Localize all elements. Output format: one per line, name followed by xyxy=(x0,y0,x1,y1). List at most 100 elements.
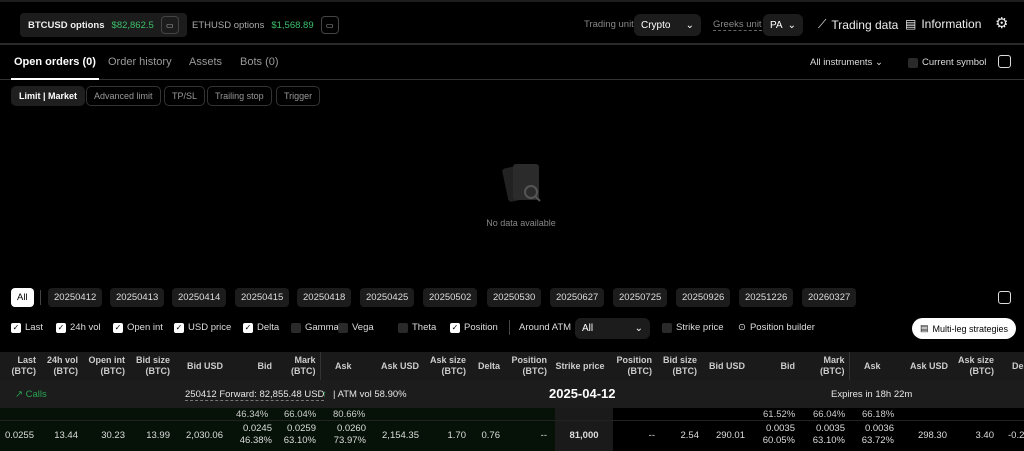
document-icon: ▤ xyxy=(905,17,917,31)
calls-text: Calls xyxy=(25,389,47,400)
expiry-chip[interactable]: 20250425 xyxy=(360,288,415,307)
checkbox[interactable] xyxy=(291,322,301,333)
around-atm-select[interactable]: All ⌄ xyxy=(575,318,650,339)
column-header: Bid size (BTC) xyxy=(129,352,174,380)
vol-cell: 13.44 xyxy=(54,430,78,441)
expiry-chip[interactable]: 20250414 xyxy=(172,288,227,307)
bid-iv-cell: 46.38% xyxy=(239,435,272,446)
expand-icon[interactable] xyxy=(998,291,1011,304)
option-label: Open int xyxy=(127,322,163,333)
symbol-price: $1,568.89 xyxy=(271,19,314,31)
book-icon[interactable]: ▭ xyxy=(160,16,179,34)
expiry-chip[interactable]: 20250502 xyxy=(423,288,478,307)
trading-unit-select[interactable]: Crypto ⌄ xyxy=(634,14,701,36)
all-instruments-dropdown[interactable]: All instruments ⌄ xyxy=(810,57,883,68)
expiry-chip[interactable]: 20251226 xyxy=(739,288,794,307)
chevron-down-icon: ⌄ xyxy=(787,19,796,31)
open-int-cell: 30.23 xyxy=(101,430,125,441)
checkbox[interactable]: ✓ xyxy=(11,322,21,333)
expiry-chip[interactable]: 20250926 xyxy=(676,288,731,307)
checkbox[interactable] xyxy=(398,322,408,333)
ask-usd-cell[interactable]: 298.30 xyxy=(918,430,947,441)
mark-cell: 0.0259 xyxy=(286,423,316,434)
position-builder-label: Position builder xyxy=(749,322,815,333)
greeks-unit-select[interactable]: PA ⌄ xyxy=(763,14,803,36)
iv-cell: 80.66% xyxy=(333,409,366,420)
greeks-unit-label[interactable]: Greeks unit xyxy=(713,19,762,31)
option-open-int[interactable]: ✓ Open int xyxy=(113,322,163,333)
checkbox[interactable]: ✓ xyxy=(56,322,66,333)
ask-usd-cell[interactable]: 2,154.35 xyxy=(382,430,419,441)
checkbox[interactable]: ✓ xyxy=(243,322,253,333)
no-data-icon xyxy=(502,164,541,202)
limit-market-button[interactable]: Limit | Market xyxy=(11,86,86,106)
column-header: Ask size (BTC) xyxy=(952,352,998,380)
expand-icon[interactable] xyxy=(998,55,1011,68)
eth-options-tab[interactable]: ETHUSD options $1,568.89 ▭ xyxy=(184,13,347,37)
expiry-chip[interactable]: 20250627 xyxy=(550,288,605,307)
expiry-chip[interactable]: 20250415 xyxy=(235,288,290,307)
checkbox[interactable]: ✓ xyxy=(174,322,184,333)
trigger-button[interactable]: Trigger xyxy=(276,86,321,106)
column-header: Ask xyxy=(319,352,370,380)
mark-cell: 0.0035 xyxy=(815,423,845,434)
bid-usd-cell[interactable]: 290.01 xyxy=(716,430,745,441)
checkbox[interactable] xyxy=(338,322,348,333)
ask-size-cell: 1.70 xyxy=(447,430,467,441)
trading-data-button[interactable]: ⟋ Trading data xyxy=(818,17,898,32)
column-header: Bid USD xyxy=(701,352,749,380)
tab-open-orders[interactable]: Open orders (0) xyxy=(11,56,99,80)
bid-usd-cell[interactable]: 2,030.06 xyxy=(186,430,223,441)
column-header: Position (BTC) xyxy=(609,352,656,380)
option-label: Position xyxy=(464,322,498,333)
multi-leg-strategies-button[interactable]: ▤ Multi-leg strategies xyxy=(912,318,1016,339)
checkbox[interactable] xyxy=(908,57,918,68)
book-icon[interactable]: ▭ xyxy=(320,16,339,34)
bid-cell[interactable]: 0.0035 xyxy=(766,423,795,434)
tab-bots[interactable]: Bots (0) xyxy=(240,56,279,68)
option-delta[interactable]: ✓ Delta xyxy=(243,322,279,333)
expiry-chip[interactable]: All xyxy=(11,288,34,307)
column-header: Strike price xyxy=(551,352,609,380)
information-button[interactable]: ▤ Information xyxy=(905,17,981,31)
advanced-limit-button[interactable]: Advanced limit xyxy=(86,86,161,106)
expiry-chip[interactable]: 20250413 xyxy=(110,288,165,307)
option-vega[interactable]: Vega xyxy=(338,322,374,333)
ask-cell[interactable]: 0.0260 xyxy=(337,423,366,434)
tpsl-button[interactable]: TP/SL xyxy=(164,86,206,106)
tab-order-history[interactable]: Order history xyxy=(108,56,172,68)
btc-options-tab[interactable]: BTCUSD options $82,862.5 ▭ xyxy=(20,13,187,37)
option-24h-vol[interactable]: ✓ 24h vol xyxy=(56,322,101,333)
checkbox[interactable]: ✓ xyxy=(113,322,123,333)
expiry-chip[interactable]: 20260327 xyxy=(802,288,857,307)
trading-unit-value: Crypto xyxy=(641,19,671,31)
option-last[interactable]: ✓ Last xyxy=(11,322,43,333)
strike-price-checkbox[interactable]: Strike price xyxy=(662,322,724,333)
column-header: Position (BTC) xyxy=(504,352,551,380)
strike-cell: 81,000 xyxy=(569,430,599,441)
ask-cell[interactable]: 0.0036 xyxy=(865,423,894,434)
mark-iv-cell: 63.10% xyxy=(812,435,845,446)
tab-assets[interactable]: Assets xyxy=(189,56,222,68)
delta-cell: 0.76 xyxy=(481,430,501,441)
current-symbol-checkbox[interactable]: Current symbol xyxy=(908,57,986,68)
option-usd-price[interactable]: ✓ USD price xyxy=(174,322,231,333)
checkbox[interactable] xyxy=(662,322,672,333)
position-builder-button[interactable]: ⊙ Position builder xyxy=(738,322,815,333)
gear-icon[interactable]: ⚙ xyxy=(995,14,1008,32)
option-gamma[interactable]: Gamma xyxy=(291,322,339,333)
forward-price[interactable]: 250412 Forward: 82,855.48 USD xyxy=(185,389,325,401)
expiry-chip[interactable]: 20250418 xyxy=(297,288,352,307)
trailing-stop-button[interactable]: Trailing stop xyxy=(207,86,272,106)
table-row[interactable]: 0.0255 13.44 30.23 13.99 2,030.06 0.0245… xyxy=(0,421,1024,451)
expiry-chip[interactable]: 20250725 xyxy=(613,288,668,307)
column-header: Ask size (BTC) xyxy=(423,352,470,380)
expiry-chip[interactable]: 20250412 xyxy=(48,288,103,307)
checkbox[interactable]: ✓ xyxy=(450,322,460,333)
iv-cell: 66.18% xyxy=(862,409,895,420)
option-theta[interactable]: Theta xyxy=(398,322,436,333)
option-position[interactable]: ✓ Position xyxy=(450,322,498,333)
bid-cell[interactable]: 0.0245 xyxy=(243,423,272,434)
column-header: Delta xyxy=(470,352,504,380)
expiry-chip[interactable]: 20250530 xyxy=(487,288,542,307)
